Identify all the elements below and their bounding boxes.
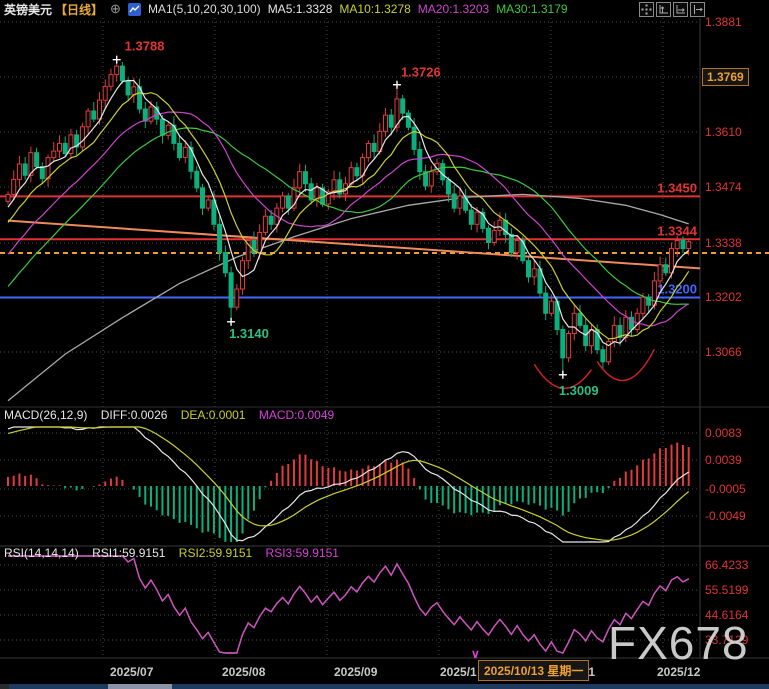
rsi3-value: RSI3:59.9151 [266, 546, 339, 560]
macd-header: MACD(26,12,9) DIFF:0.0026 DEA:0.0001 MAC… [4, 408, 344, 422]
scrollbar-corner [0, 684, 9, 689]
price-axis-labels: 1.38811.36101.34741.33381.32021.30660.00… [705, 15, 749, 647]
svg-text:0.0083: 0.0083 [705, 426, 742, 440]
crosshair-add-icon[interactable]: ⊕ [110, 1, 121, 17]
svg-text:2025/08: 2025/08 [222, 665, 266, 679]
crosshair-arrow-marker: ∨ [471, 647, 480, 661]
svg-text:1.3066: 1.3066 [705, 345, 742, 359]
svg-text:1.3788: 1.3788 [125, 39, 165, 54]
macd-macd-value: MACD:0.0049 [259, 408, 334, 422]
rsi-params: RSI(14,14,14) [4, 546, 79, 560]
svg-text:2025/07: 2025/07 [110, 665, 154, 679]
period-badge: 【日线】 [55, 1, 103, 18]
svg-text:1.3610: 1.3610 [705, 125, 742, 139]
ma5-legend: MA5:1.3328 [268, 2, 333, 16]
rsi-header: RSI(14,14,14) RSI1:59.9151 RSI2:59.9151 … [4, 546, 349, 560]
rsi1-value: RSI1:59.9151 [92, 546, 165, 560]
svg-text:2025/09: 2025/09 [334, 665, 378, 679]
axis-zoom-up-icon[interactable] [656, 2, 671, 17]
macd-params: MACD(26,12,9) [4, 408, 87, 422]
scrollbar-thumb[interactable] [108, 684, 172, 689]
ma-lines [8, 81, 689, 346]
svg-text:1.3202: 1.3202 [705, 290, 742, 304]
svg-text:1.3726: 1.3726 [401, 65, 441, 80]
macd-panel [8, 427, 689, 542]
svg-text:-0.0005: -0.0005 [705, 482, 746, 496]
rsi-panel [8, 556, 689, 653]
symbol-title: 英镑美元 [4, 1, 52, 18]
macd-dea-value: DEA:0.0001 [181, 408, 246, 422]
ma20-legend: MA20:1.3203 [418, 2, 489, 16]
svg-text:1.3200: 1.3200 [657, 282, 697, 297]
svg-text:1.3140: 1.3140 [229, 326, 269, 341]
svg-text:-0.0049: -0.0049 [705, 509, 746, 523]
fx678-watermark: FX678 [608, 616, 749, 670]
svg-text:0.0039: 0.0039 [705, 453, 742, 467]
svg-text:1.3338: 1.3338 [705, 236, 742, 250]
svg-text:1.3009: 1.3009 [559, 383, 599, 398]
macd-diff-value: DIFF:0.0026 [101, 408, 168, 422]
rsi2-value: RSI2:59.9151 [179, 546, 252, 560]
horizontal-scrollbar[interactable] [0, 684, 769, 689]
crosshair-price-box: 1.3769 [702, 68, 749, 86]
axis-zoom-right-icon[interactable] [673, 2, 688, 17]
svg-text:1.3474: 1.3474 [705, 180, 742, 194]
chart-canvas[interactable]: 1.3450 1.3344 1.3200 1.3788 1.3726 1.3140 1.30… [0, 0, 769, 689]
ma10-legend: MA10:1.3278 [339, 2, 410, 16]
crosshair-date-box: 2025/10/13 星期一 [478, 660, 589, 681]
ma-settings-label: MA1(5,10,20,30,100) [148, 2, 261, 16]
level-lines: 1.3450 1.3344 1.3200 [0, 180, 769, 297]
chart-window: 1.3450 1.3344 1.3200 1.3788 1.3726 1.3140 1.30… [0, 0, 769, 689]
pan-right-icon[interactable] [690, 2, 705, 17]
candlesticks[interactable] [6, 60, 691, 375]
svg-text:2025/1: 2025/1 [440, 665, 477, 679]
ma30-legend: MA30:1.3179 [496, 2, 567, 16]
chart-toolbar [639, 2, 705, 17]
svg-text:1.3450: 1.3450 [657, 180, 697, 195]
svg-text:55.5199: 55.5199 [705, 583, 749, 597]
svg-text:66.4233: 66.4233 [705, 558, 749, 572]
move-pad-icon[interactable] [639, 2, 654, 17]
svg-text:1.3344: 1.3344 [657, 223, 698, 238]
chart-logo-icon [128, 3, 141, 16]
